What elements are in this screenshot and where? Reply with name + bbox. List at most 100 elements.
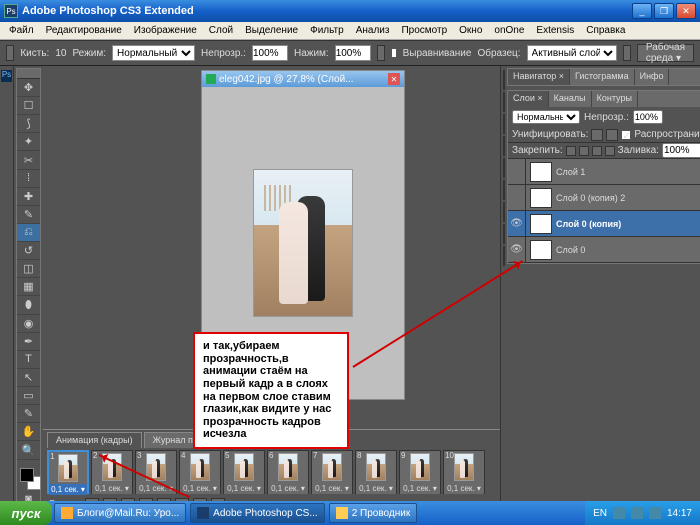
task-button[interactable]: Блоги@Mail.Ru: Уро... bbox=[54, 503, 186, 523]
eraser-tool[interactable]: ◫ bbox=[17, 260, 40, 278]
frame-delay[interactable]: 0,1 сек. ▾ bbox=[180, 483, 220, 494]
tab-channels[interactable]: Каналы bbox=[549, 91, 592, 107]
frame-delay[interactable]: 0,1 сек. ▾ bbox=[49, 484, 87, 495]
close-button[interactable]: ✕ bbox=[676, 3, 696, 19]
menu-file[interactable]: Файл bbox=[4, 24, 39, 37]
toolbox-header[interactable] bbox=[17, 69, 40, 79]
visibility-icon[interactable] bbox=[508, 185, 526, 210]
move-tool[interactable]: ✥ bbox=[17, 79, 40, 97]
frame-delay[interactable]: 0,1 сек. ▾ bbox=[312, 483, 352, 494]
layer-opacity-input[interactable] bbox=[633, 110, 663, 124]
layer-thumbnail[interactable] bbox=[530, 214, 552, 234]
blend-mode-select[interactable]: Нормальный bbox=[512, 110, 580, 124]
flow-input[interactable] bbox=[335, 45, 371, 61]
blur-tool[interactable]: ⬮ bbox=[17, 296, 40, 314]
wand-tool[interactable]: ✦ bbox=[17, 133, 40, 151]
lock-trans-icon[interactable] bbox=[566, 146, 576, 156]
animation-frame[interactable]: 100,1 сек. ▾ bbox=[443, 450, 485, 494]
layer-row[interactable]: Слой 0 (копия) 2 bbox=[508, 185, 700, 211]
fill-input[interactable] bbox=[662, 143, 700, 158]
visibility-icon[interactable] bbox=[508, 159, 526, 184]
visibility-icon[interactable]: 👁 bbox=[508, 211, 526, 236]
task-button[interactable]: Adobe Photoshop CS... bbox=[190, 503, 325, 523]
frame-delay[interactable]: 0,1 сек. ▾ bbox=[444, 483, 484, 494]
menu-window[interactable]: Окно bbox=[454, 24, 487, 37]
animation-frame[interactable]: 70,1 сек. ▾ bbox=[311, 450, 353, 494]
tab-layers[interactable]: Слои × bbox=[508, 91, 549, 107]
tray-icon[interactable] bbox=[613, 507, 625, 519]
dock-icon[interactable] bbox=[503, 180, 505, 200]
shape-tool[interactable]: ▭ bbox=[17, 387, 40, 405]
eyedropper-tool[interactable]: ⁞ bbox=[17, 170, 40, 188]
layer-thumbnail[interactable] bbox=[530, 162, 552, 182]
hand-tool[interactable]: ✋ bbox=[17, 423, 40, 441]
type-tool[interactable]: T bbox=[17, 351, 40, 369]
frame-delay[interactable]: 0,1 сек. ▾ bbox=[268, 483, 308, 494]
lock-pos-icon[interactable] bbox=[592, 146, 602, 156]
dock-icon[interactable] bbox=[503, 246, 505, 266]
menu-help[interactable]: Справка bbox=[581, 24, 630, 37]
crop-tool[interactable]: ✂ bbox=[17, 151, 40, 169]
menu-layer[interactable]: Слой bbox=[204, 24, 238, 37]
unify-icon[interactable] bbox=[591, 129, 603, 141]
tab-info[interactable]: Инфо bbox=[635, 69, 670, 85]
animation-frame[interactable]: 40,1 сек. ▾ bbox=[179, 450, 221, 494]
animation-frame[interactable]: 10,1 сек. ▾ bbox=[47, 450, 89, 494]
menu-extensis[interactable]: Extensis bbox=[531, 24, 579, 37]
tab-histogram[interactable]: Гистограмма bbox=[570, 69, 635, 85]
animation-frame[interactable]: 60,1 сек. ▾ bbox=[267, 450, 309, 494]
maximize-button[interactable]: ❐ bbox=[654, 3, 674, 19]
dock-icon[interactable] bbox=[503, 202, 505, 222]
animation-frame[interactable]: 50,1 сек. ▾ bbox=[223, 450, 265, 494]
frame-delay[interactable]: 0,1 сек. ▾ bbox=[92, 483, 132, 494]
frame-delay[interactable]: 0,1 сек. ▾ bbox=[224, 483, 264, 494]
tab-navigator[interactable]: Навигатор × bbox=[508, 69, 570, 85]
tab-animation[interactable]: Анимация (кадры) bbox=[47, 432, 142, 448]
tray-icon[interactable] bbox=[649, 507, 661, 519]
tab-paths[interactable]: Контуры bbox=[592, 91, 638, 107]
brush-size[interactable]: 10 bbox=[55, 48, 66, 59]
menu-analysis[interactable]: Анализ bbox=[351, 24, 395, 37]
opacity-input[interactable] bbox=[252, 45, 288, 61]
lasso-tool[interactable]: ⟆ bbox=[17, 115, 40, 133]
lock-all-icon[interactable] bbox=[605, 146, 615, 156]
dock-icon[interactable] bbox=[503, 70, 505, 90]
layer-thumbnail[interactable] bbox=[530, 188, 552, 208]
start-button[interactable]: пуск bbox=[0, 501, 52, 525]
unify-icon[interactable] bbox=[606, 129, 618, 141]
frame-delay[interactable]: 0,1 сек. ▾ bbox=[356, 483, 396, 494]
menu-image[interactable]: Изображение bbox=[129, 24, 202, 37]
menu-select[interactable]: Выделение bbox=[240, 24, 303, 37]
dock-icon[interactable] bbox=[503, 158, 505, 178]
pen-tool[interactable]: ✒ bbox=[17, 333, 40, 351]
task-button[interactable]: 2 Проводник bbox=[329, 503, 418, 523]
workspace-button[interactable]: Рабочая среда ▾ bbox=[637, 44, 694, 62]
frame-delay[interactable]: 0,1 сек. ▾ bbox=[400, 483, 440, 494]
path-tool[interactable]: ↖ bbox=[17, 369, 40, 387]
photo-canvas[interactable] bbox=[253, 169, 353, 317]
fg-color[interactable] bbox=[20, 468, 34, 482]
menu-view[interactable]: Просмотр bbox=[396, 24, 452, 37]
color-swatches[interactable] bbox=[17, 466, 40, 490]
layer-row[interactable]: Слой 1 bbox=[508, 159, 700, 185]
align-checkbox[interactable] bbox=[391, 48, 397, 58]
menu-onone[interactable]: onOne bbox=[489, 24, 529, 37]
gradient-tool[interactable]: ▦ bbox=[17, 278, 40, 296]
layer-thumbnail[interactable] bbox=[530, 240, 552, 260]
document-titlebar[interactable]: eleg042.jpg @ 27,8% (Слой... ✕ bbox=[202, 71, 404, 87]
animation-frame[interactable]: 90,1 сек. ▾ bbox=[399, 450, 441, 494]
tray-icon[interactable] bbox=[631, 507, 643, 519]
dock-icon[interactable] bbox=[503, 92, 505, 112]
tool-preset-icon[interactable] bbox=[6, 45, 14, 61]
brush-tool[interactable]: ✎ bbox=[17, 206, 40, 224]
ps-icon[interactable]: Ps bbox=[1, 70, 12, 82]
heal-tool[interactable]: ✚ bbox=[17, 188, 40, 206]
sample-select[interactable]: Активный слой bbox=[527, 45, 617, 61]
menu-filter[interactable]: Фильтр bbox=[305, 24, 349, 37]
dock-icon[interactable] bbox=[503, 136, 505, 156]
marquee-tool[interactable]: ☐ bbox=[17, 97, 40, 115]
notes-tool[interactable]: ✎ bbox=[17, 405, 40, 423]
history-brush-tool[interactable]: ↺ bbox=[17, 242, 40, 260]
layer-row[interactable]: 👁Слой 0 bbox=[508, 237, 700, 263]
lang-indicator[interactable]: EN bbox=[593, 508, 607, 519]
